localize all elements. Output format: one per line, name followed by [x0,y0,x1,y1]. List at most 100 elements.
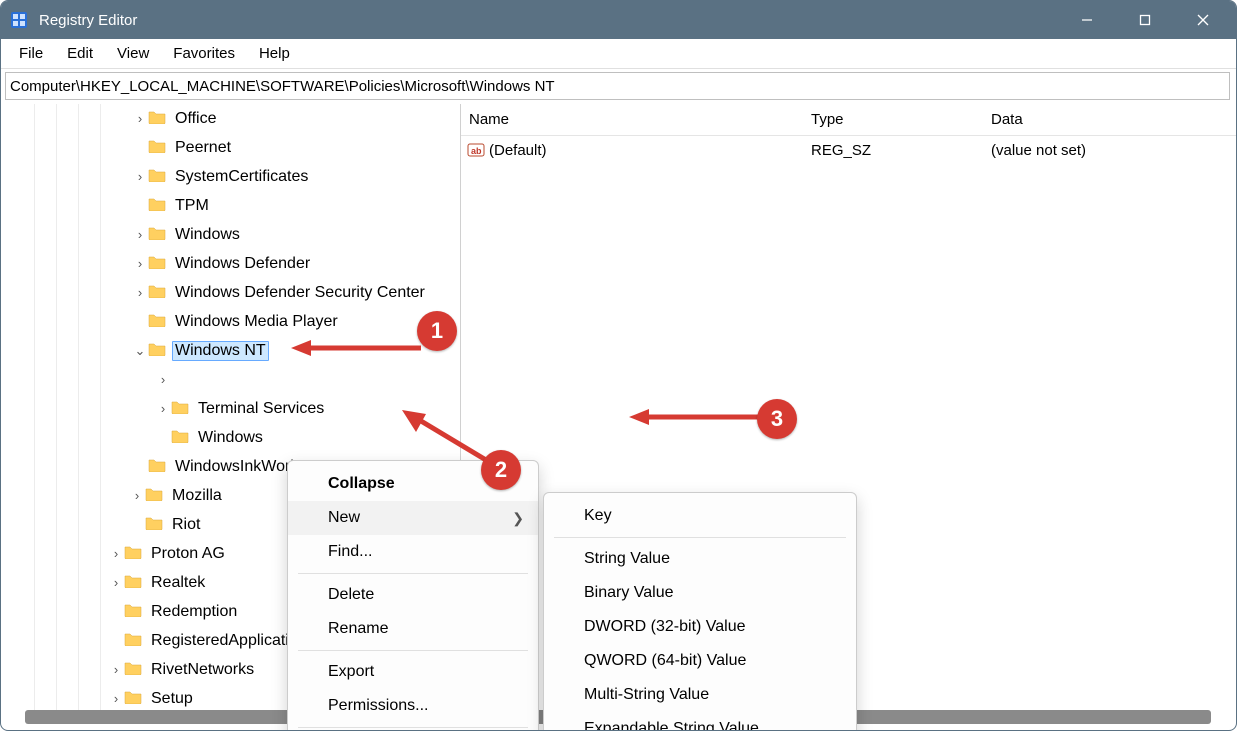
address-bar[interactable]: Computer\HKEY_LOCAL_MACHINE\SOFTWARE\Pol… [5,72,1230,100]
separator [298,573,528,574]
value-name: (Default) [489,142,811,159]
ctx-new-expand[interactable]: Expandable String Value [544,712,856,730]
chevron-down-icon[interactable]: ⌄ [132,343,148,359]
titlebar: Registry Editor [1,1,1236,39]
ctx-new-string[interactable]: String Value [544,542,856,576]
chevron-right-icon[interactable]: › [129,488,145,503]
chevron-right-icon[interactable]: › [155,372,171,387]
tree-node-label: Windows Media Player [172,312,341,332]
ctx-new-dword[interactable]: DWORD (32-bit) Value [544,610,856,644]
ctx-permissions[interactable]: Permissions... [288,689,538,723]
chevron-right-icon[interactable]: › [132,256,148,271]
tree-node-label: Windows NT [172,341,269,361]
tree-node-label: Setup [148,689,196,709]
maximize-button[interactable] [1116,1,1174,39]
tree-node[interactable]: › Office [1,104,461,133]
menu-help[interactable]: Help [247,41,302,66]
ctx-rename[interactable]: Rename [288,612,538,646]
tree-node-label: RivetNetworks [148,660,257,680]
tree-node-label: Windows Defender [172,254,313,274]
chevron-right-icon[interactable]: › [108,575,124,590]
tree-node[interactable]: ›Windows [1,220,461,249]
tree-node-label: Redemption [148,602,240,622]
ctx-new-label: New [328,509,360,527]
folder-icon [148,312,172,332]
ctx-new-qword[interactable]: QWORD (64-bit) Value [544,644,856,678]
chevron-right-icon[interactable]: › [108,546,124,561]
chevron-right-icon[interactable]: › [132,227,148,242]
tree-node[interactable]: Windows Media Player [1,307,461,336]
chevron-right-icon[interactable]: › [155,401,171,416]
folder-icon [124,660,148,680]
tree-node[interactable]: Windows [1,423,461,452]
tree-node-label: TPM [172,196,212,216]
ctx-find[interactable]: Find... [288,535,538,569]
context-menu: Collapse New ❯ Find... Delete Rename Exp… [287,460,539,730]
folder-icon [148,138,172,158]
chevron-right-icon[interactable]: › [108,691,124,706]
menu-view[interactable]: View [105,41,161,66]
folder-icon [124,602,148,622]
folder-icon [148,196,172,216]
tree-node-label: Mozilla [169,486,225,506]
tree-node-label: Proton AG [148,544,228,564]
tree-node-label: Office [172,109,220,129]
values-header: Name Type Data [461,104,1236,136]
folder-icon [124,689,148,709]
chevron-right-icon[interactable]: › [108,662,124,677]
separator [298,650,528,651]
menu-file[interactable]: File [7,41,55,66]
close-button[interactable] [1174,1,1232,39]
address-text: Computer\HKEY_LOCAL_MACHINE\SOFTWARE\Pol… [10,78,555,95]
folder-icon [148,457,172,477]
tree-node[interactable]: TPM [1,191,461,220]
context-submenu-new: Key String Value Binary Value DWORD (32-… [543,492,857,730]
ctx-delete[interactable]: Delete [288,578,538,612]
menu-favorites[interactable]: Favorites [161,41,247,66]
chevron-right-icon[interactable]: › [132,169,148,184]
tree-node-label: Terminal Services [195,399,327,419]
annotation-badge-1: 1 [417,311,457,351]
folder-icon [124,631,148,651]
menubar: File Edit View Favorites Help [1,39,1236,69]
registry-editor-window: Registry Editor File Edit View Favorites… [0,0,1237,731]
folder-icon [171,399,195,419]
column-name[interactable]: Name [461,111,811,128]
ctx-new-multi[interactable]: Multi-String Value [544,678,856,712]
folder-icon [148,167,172,187]
tree-node[interactable]: › Windows Defender [1,249,461,278]
ctx-new-binary[interactable]: Binary Value [544,576,856,610]
tree-node[interactable]: › SystemCertificates [1,162,461,191]
ctx-new-key[interactable]: Key [544,499,856,533]
tree-node-label: Peernet [172,138,234,158]
ctx-export[interactable]: Export [288,655,538,689]
svg-text:ab: ab [471,146,482,156]
folder-icon [124,544,148,564]
chevron-right-icon[interactable]: › [132,111,148,126]
value-type: REG_SZ [811,142,991,159]
tree-node[interactable]: › Terminal Services [1,394,461,423]
window-title: Registry Editor [39,12,137,29]
folder-icon [171,428,195,448]
regedit-icon [9,10,29,30]
chevron-right-icon[interactable]: › [132,285,148,300]
chevron-right-icon: ❯ [512,510,524,527]
tree-node-label: Windows Defender Security Center [172,283,428,303]
tree-node[interactable]: › [1,365,461,394]
value-data: (value not set) [991,142,1236,159]
string-value-icon: ab [467,141,485,159]
tree-node[interactable]: Peernet [1,133,461,162]
column-type[interactable]: Type [811,111,991,128]
ctx-new[interactable]: New ❯ [288,501,538,535]
minimize-button[interactable] [1058,1,1116,39]
tree-node-label: Realtek [148,573,208,593]
folder-icon [148,109,172,129]
value-row-default[interactable]: ab (Default) REG_SZ (value not set) [461,136,1236,164]
tree-node-label: SystemCertificates [172,167,311,187]
separator [298,727,528,728]
column-data[interactable]: Data [991,111,1236,128]
tree-node[interactable]: › Windows Defender Security Center [1,278,461,307]
folder-icon [124,573,148,593]
annotation-badge-2: 2 [481,450,521,490]
menu-edit[interactable]: Edit [55,41,105,66]
